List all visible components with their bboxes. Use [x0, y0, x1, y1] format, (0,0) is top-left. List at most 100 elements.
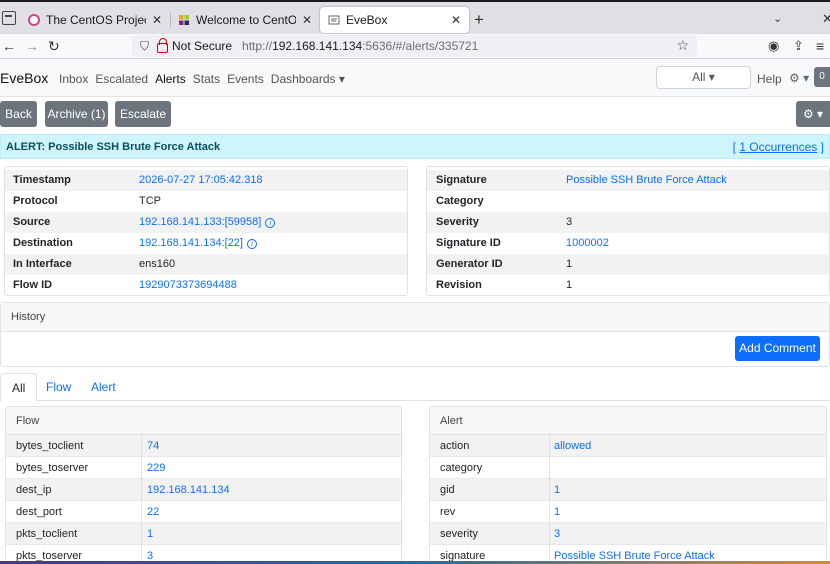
tab-all[interactable]: All: [0, 373, 38, 402]
signature-id-link[interactable]: 1000002: [566, 233, 609, 254]
window-close-icon[interactable]: ✕: [822, 11, 830, 27]
field-value-link[interactable]: 22: [147, 501, 159, 523]
forward-arrow-icon[interactable]: →: [25, 38, 39, 54]
tab-flow[interactable]: Flow: [35, 373, 82, 401]
nav-stats[interactable]: Stats: [193, 72, 220, 86]
table-row: dest_port 22: [6, 501, 401, 523]
browser-tab-evebox[interactable]: EveBox ✕: [320, 7, 469, 33]
alert-title: ALERT: Possible SSH Brute Force Attack: [6, 140, 221, 153]
browser-nav-bar: ← → ↻ ⛉ Not Secure http://192.168.141.13…: [0, 34, 830, 59]
app-navbar: EveBox Inbox Escalated Alerts Stats Even…: [0, 59, 830, 97]
table-row: severity 3: [430, 523, 826, 545]
menu-icon[interactable]: ≡: [816, 38, 824, 54]
info-row-generator-id: Generator ID 1: [427, 254, 829, 275]
url-bar[interactable]: ⛉ Not Secure http://192.168.141.134:5636…: [132, 35, 697, 57]
share-icon[interactable]: ⇪: [793, 38, 804, 54]
insecure-lock-icon[interactable]: [157, 38, 169, 53]
main-nav: Inbox Escalated Alerts Stats Events Dash…: [59, 72, 345, 86]
nav-alerts[interactable]: Alerts: [155, 72, 186, 86]
help-link[interactable]: Help: [757, 72, 782, 86]
close-tab-icon[interactable]: ✕: [152, 13, 162, 27]
count-badge[interactable]: 0: [814, 67, 830, 87]
account-icon[interactable]: ◉: [768, 38, 779, 54]
tab-title: Welcome to CentOS Strea: [196, 13, 296, 27]
settings-gear-button[interactable]: ⚙ ▾: [796, 101, 830, 127]
field-value-link[interactable]: 3: [554, 523, 560, 545]
info-row-in-interface: In Interface ens160: [5, 254, 407, 275]
close-tab-icon[interactable]: ✕: [302, 13, 312, 27]
info-row-destination: Destination 192.168.141.134:[22] i: [5, 233, 407, 254]
history-card: History: [0, 302, 830, 367]
table-row: category: [430, 457, 826, 479]
flow-id-link[interactable]: 1929073373694488: [139, 275, 237, 296]
table-row: pkts_toclient 1: [6, 523, 401, 545]
alert-card: Alert action allowed category gid 1 rev …: [429, 406, 827, 564]
alert-banner: ALERT: Possible SSH Brute Force Attack […: [0, 134, 830, 159]
flow-card: Flow bytes_toclient 74 bytes_toserver 22…: [5, 406, 402, 564]
info-row-category: Category: [436, 195, 484, 207]
destination-link[interactable]: 192.168.141.134:[22] i: [139, 233, 257, 254]
url-text[interactable]: http://192.168.141.134:5636/#/alerts/335…: [242, 39, 478, 53]
nav-escalated[interactable]: Escalated: [95, 72, 148, 86]
field-value-link[interactable]: 192.168.141.134: [147, 479, 230, 501]
new-tab-icon[interactable]: +: [474, 10, 484, 30]
table-row: bytes_toserver 229: [6, 457, 401, 479]
filter-dropdown[interactable]: All ▾: [656, 66, 751, 89]
back-arrow-icon[interactable]: ←: [2, 38, 16, 54]
info-circle-icon[interactable]: i: [246, 239, 257, 249]
brand-logo[interactable]: EveBox: [0, 70, 48, 86]
info-circle-icon[interactable]: i: [265, 218, 276, 228]
page-favicon-icon: [328, 15, 340, 25]
browser-tab-bar: The CentOS Project ✕ Welcome to CentOS S…: [0, 0, 830, 34]
browser-tab-centos-stream[interactable]: Welcome to CentOS Strea ✕: [170, 7, 320, 33]
source-link[interactable]: 192.168.141.133:[59958] i: [139, 212, 276, 233]
info-row-severity: Severity 3: [427, 212, 829, 233]
tab-title: The CentOS Project: [46, 13, 146, 27]
table-row: dest_ip 192.168.141.134: [6, 479, 401, 501]
close-tab-icon[interactable]: ✕: [451, 13, 461, 27]
event-info-table: Timestamp 2026-07-27 17:05:42.318 Protoc…: [4, 166, 408, 296]
escalate-button[interactable]: Escalate: [115, 101, 171, 127]
table-row: bytes_toclient 74: [6, 435, 401, 457]
timestamp-link[interactable]: 2026-07-27 17:05:42.318: [139, 170, 263, 191]
info-row-source: Source 192.168.141.133:[59958] i: [5, 212, 407, 233]
browser-tab-centos[interactable]: The CentOS Project ✕: [20, 7, 170, 33]
tab-title: EveBox: [346, 13, 388, 27]
tab-overview-icon[interactable]: [2, 11, 16, 25]
centos-favicon-icon: [28, 14, 40, 26]
occurrences-link[interactable]: [ 1 Occurrences ]: [733, 140, 824, 154]
bookmark-star-icon[interactable]: ☆: [676, 37, 689, 54]
info-row-revision: Revision 1: [436, 279, 573, 291]
centos-stream-favicon-icon: [179, 15, 189, 25]
settings-gear-dropdown[interactable]: ⚙ ▾: [789, 71, 809, 85]
tab-alert[interactable]: Alert: [80, 373, 127, 401]
info-row-protocol: Protocol TCP: [13, 195, 161, 207]
nav-events[interactable]: Events: [227, 72, 264, 86]
reload-icon[interactable]: ↻: [48, 38, 60, 55]
info-row-signature-id: Signature ID 1000002: [427, 233, 829, 254]
field-value-link[interactable]: allowed: [554, 435, 591, 457]
shield-icon[interactable]: ⛉: [140, 39, 149, 54]
info-row-signature: Signature Possible SSH Brute Force Attac…: [427, 170, 829, 191]
info-row-flow-id: Flow ID 1929073373694488: [5, 275, 407, 296]
add-comment-button[interactable]: Add Comment: [735, 336, 820, 361]
not-secure-label[interactable]: Not Secure: [172, 39, 232, 53]
history-header: History: [1, 303, 829, 332]
flow-card-header: Flow: [6, 407, 401, 435]
field-value-link[interactable]: 74: [147, 435, 159, 457]
table-row: action allowed: [430, 435, 826, 457]
back-button[interactable]: Back: [0, 101, 37, 127]
signature-info-table: Signature Possible SSH Brute Force Attac…: [426, 166, 830, 296]
field-value-link[interactable]: 229: [147, 457, 165, 479]
field-value-link[interactable]: 1: [554, 479, 560, 501]
alert-card-header: Alert: [430, 407, 826, 435]
signature-link[interactable]: Possible SSH Brute Force Attack: [566, 170, 727, 191]
tab-list-chevron-icon[interactable]: ⌄: [773, 12, 782, 25]
nav-dashboards-dropdown[interactable]: Dashboards ▾: [271, 72, 345, 86]
table-row: rev 1: [430, 501, 826, 523]
nav-inbox[interactable]: Inbox: [59, 72, 88, 86]
field-value-link[interactable]: 1: [147, 523, 153, 545]
field-value-link[interactable]: 1: [554, 501, 560, 523]
archive-button[interactable]: Archive (1): [45, 101, 108, 127]
detail-tabs: All Flow Alert: [0, 373, 830, 402]
